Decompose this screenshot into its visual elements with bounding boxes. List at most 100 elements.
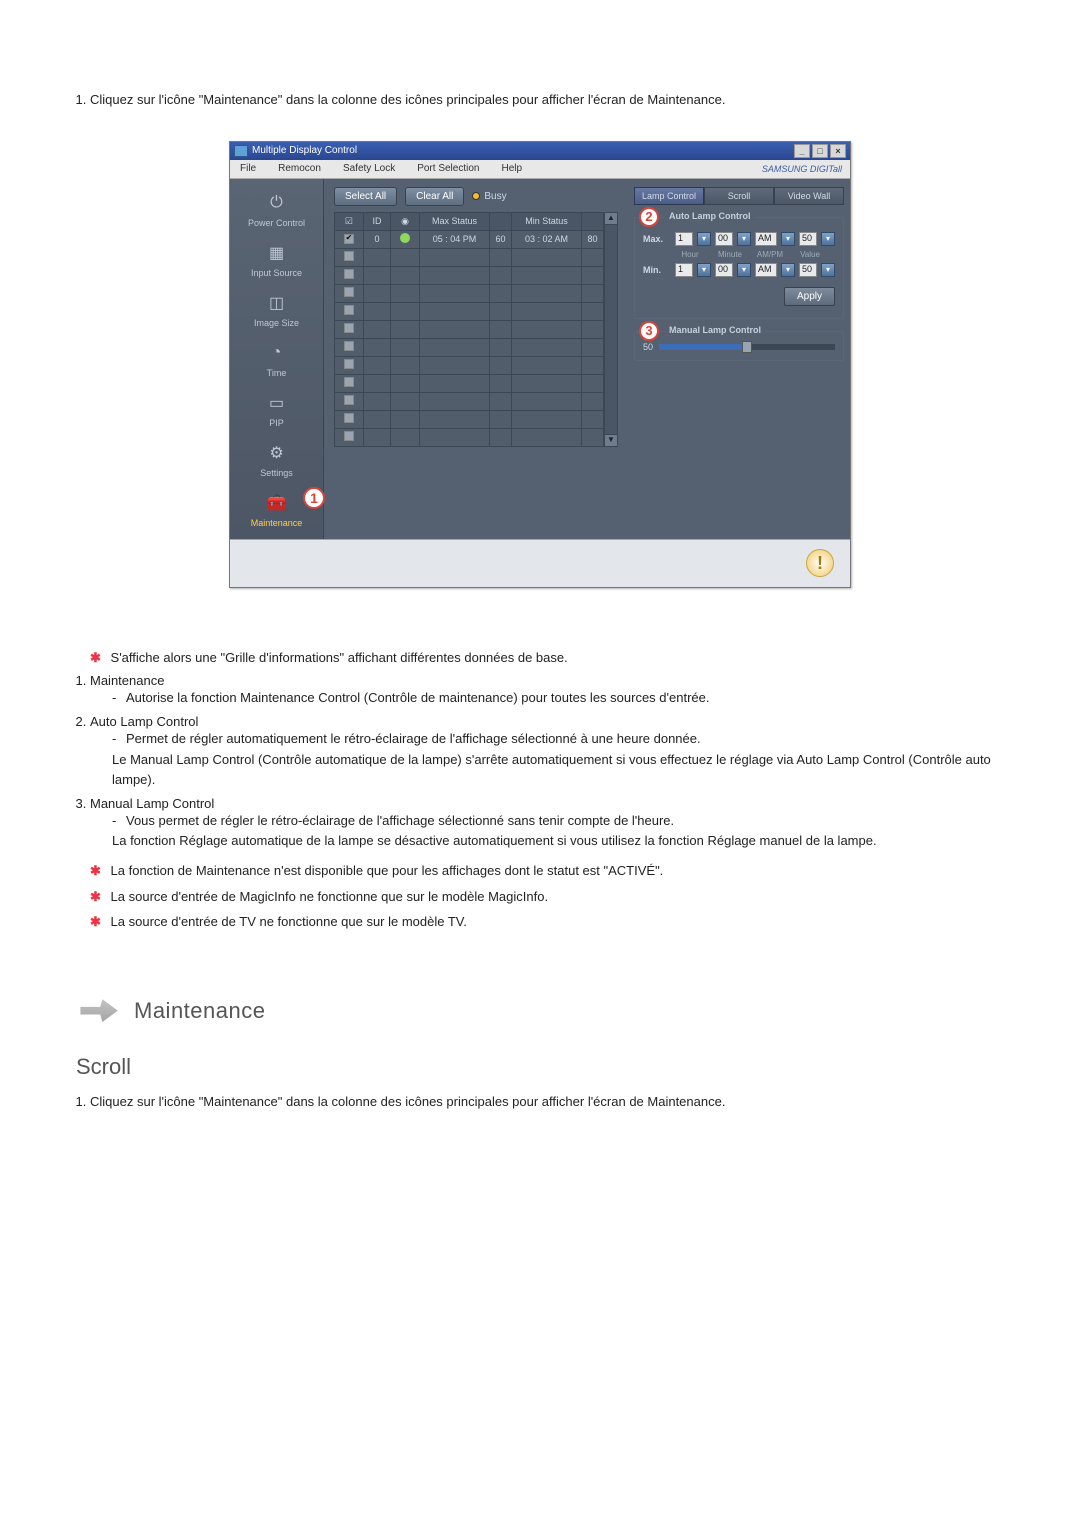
manual-lamp-slider[interactable]: [659, 344, 835, 350]
callout-badge-1: 1: [303, 487, 325, 509]
sidebar-item-power-control[interactable]: ⏻ Power Control: [234, 187, 319, 231]
tab-video-wall[interactable]: Video Wall: [774, 187, 844, 205]
min-ampm-input[interactable]: AM: [755, 263, 777, 277]
list-item: Auto Lamp Control Permet de régler autom…: [90, 714, 1010, 789]
busy-label: Busy: [484, 191, 506, 202]
minimize-button[interactable]: _: [794, 144, 810, 158]
table-row[interactable]: [335, 266, 604, 284]
app-window: Multiple Display Control _ □ × File Remo…: [229, 141, 851, 588]
row-checkbox[interactable]: [344, 323, 354, 333]
row-checkbox[interactable]: [344, 234, 354, 244]
table-row[interactable]: [335, 338, 604, 356]
row-checkbox[interactable]: [344, 305, 354, 315]
sidebar-item-pip[interactable]: ▭ PIP: [234, 387, 319, 431]
table-row[interactable]: [335, 356, 604, 374]
table-row[interactable]: [335, 410, 604, 428]
maintenance-icon: 🧰: [261, 490, 293, 516]
sidebar-item-label: Settings: [234, 468, 319, 478]
max-hour-input[interactable]: 1: [675, 232, 693, 246]
min-value-input[interactable]: 50: [799, 263, 817, 277]
sidebar-item-settings[interactable]: ⚙ Settings: [234, 437, 319, 481]
sidebar-item-label: Power Control: [234, 218, 319, 228]
apply-button[interactable]: Apply: [784, 287, 835, 306]
table-row[interactable]: [335, 392, 604, 410]
main-column: Select All Clear All Busy ☑ ID ◉ Max Sta…: [324, 179, 628, 539]
table-row[interactable]: [335, 320, 604, 338]
select-all-button[interactable]: Select All: [334, 187, 397, 206]
menu-safety-lock[interactable]: Safety Lock: [339, 161, 399, 176]
menu-port-selection[interactable]: Port Selection: [413, 161, 483, 176]
input-source-icon: ▦: [261, 240, 293, 266]
max-value-input[interactable]: 50: [799, 232, 817, 246]
sidebar-item-time[interactable]: ◔ Time: [234, 337, 319, 381]
row-checkbox[interactable]: [344, 341, 354, 351]
dropdown-icon[interactable]: ▾: [737, 232, 751, 246]
sidebar-item-maintenance[interactable]: 🧰 Maintenance 1: [234, 487, 319, 531]
sidebar-item-input-source[interactable]: ▦ Input Source: [234, 237, 319, 281]
menu-remocon[interactable]: Remocon: [274, 161, 325, 176]
dropdown-icon[interactable]: ▾: [697, 232, 711, 246]
auto-lamp-title: Auto Lamp Control: [665, 211, 755, 221]
table-row[interactable]: [335, 284, 604, 302]
table-row[interactable]: [335, 374, 604, 392]
maximize-button[interactable]: □: [812, 144, 828, 158]
table-row[interactable]: [335, 302, 604, 320]
callout-badge-2: 2: [639, 207, 659, 227]
list-item: Maintenance Autorise la fonction Mainten…: [90, 673, 1010, 708]
menu-help[interactable]: Help: [497, 161, 526, 176]
section-heading: Maintenance: [76, 992, 1010, 1030]
dropdown-icon[interactable]: ▾: [821, 232, 835, 246]
image-size-icon: ◫: [261, 290, 293, 316]
row-checkbox[interactable]: [344, 287, 354, 297]
note-magicinfo: ✱ La source d'entrée de MagicInfo ne fon…: [90, 887, 1010, 907]
auto-lamp-min-row: Min. 1▾ 00▾ AM▾ 50▾: [643, 263, 835, 277]
note-info-grid: ✱ S'affiche alors une "Grille d'informat…: [90, 648, 1010, 668]
close-button[interactable]: ×: [830, 144, 846, 158]
star-icon: ✱: [90, 650, 101, 665]
grid-scrollbar[interactable]: ▲ ▼: [604, 212, 618, 447]
scroll-down-icon[interactable]: ▼: [605, 434, 617, 446]
dropdown-icon[interactable]: ▾: [781, 263, 795, 277]
star-icon: ✱: [90, 914, 101, 929]
intro-step-1: Cliquez sur l'icône "Maintenance" dans l…: [90, 90, 1010, 111]
sidebar-item-label: PIP: [234, 418, 319, 428]
dropdown-icon[interactable]: ▾: [781, 232, 795, 246]
star-icon: ✱: [90, 889, 101, 904]
col-min-val: [582, 212, 604, 230]
min-minute-input[interactable]: 00: [715, 263, 733, 277]
sidebar: ⏻ Power Control ▦ Input Source ◫ Image S…: [230, 179, 324, 539]
row-checkbox[interactable]: [344, 395, 354, 405]
list-item: Manual Lamp Control Vous permet de régle…: [90, 796, 1010, 851]
table-row[interactable]: [335, 248, 604, 266]
row-checkbox[interactable]: [344, 269, 354, 279]
section-title: Maintenance: [134, 998, 265, 1024]
table-row[interactable]: [335, 428, 604, 446]
clear-all-button[interactable]: Clear All: [405, 187, 464, 206]
row-checkbox[interactable]: [344, 431, 354, 441]
col-check[interactable]: ☑: [335, 212, 364, 230]
sidebar-item-label: Time: [234, 368, 319, 378]
menu-file[interactable]: File: [236, 161, 260, 176]
table-row[interactable]: 0 05 : 04 PM 60 03 : 02 AM 80: [335, 230, 604, 248]
row-checkbox[interactable]: [344, 359, 354, 369]
warning-icon: !: [806, 549, 834, 577]
max-ampm-input[interactable]: AM: [755, 232, 777, 246]
sidebar-item-image-size[interactable]: ◫ Image Size: [234, 287, 319, 331]
row-checkbox[interactable]: [344, 251, 354, 261]
row-checkbox[interactable]: [344, 377, 354, 387]
dropdown-icon[interactable]: ▾: [821, 263, 835, 277]
auto-lamp-sublabels: Hour Minute AM/PM Value: [673, 250, 835, 259]
scroll-up-icon[interactable]: ▲: [605, 213, 617, 225]
row-checkbox[interactable]: [344, 413, 354, 423]
min-hour-input[interactable]: 1: [675, 263, 693, 277]
power-icon: ⏻: [261, 190, 293, 216]
manual-lamp-slider-row: 50: [643, 342, 835, 352]
dropdown-icon[interactable]: ▾: [697, 263, 711, 277]
max-minute-input[interactable]: 00: [715, 232, 733, 246]
dropdown-icon[interactable]: ▾: [737, 263, 751, 277]
tab-lamp-control[interactable]: Lamp Control: [634, 187, 704, 205]
sidebar-item-label: Input Source: [234, 268, 319, 278]
tab-scroll[interactable]: Scroll: [704, 187, 774, 205]
slider-thumb[interactable]: [742, 341, 752, 353]
note-active-only: ✱ La fonction de Maintenance n'est dispo…: [90, 861, 1010, 881]
